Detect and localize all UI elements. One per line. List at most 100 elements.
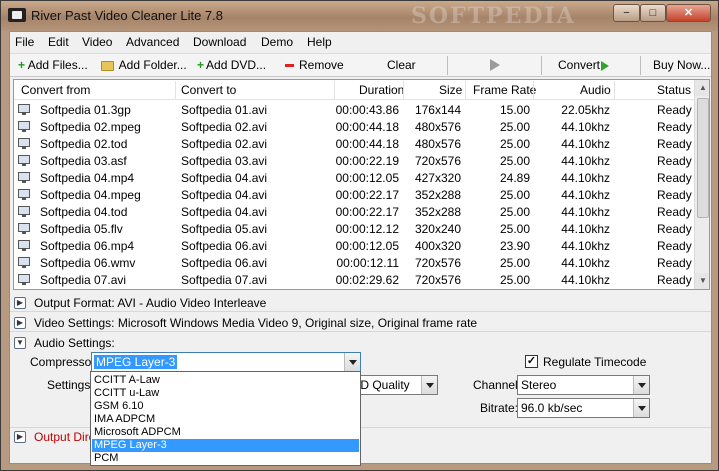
monitor-icon	[18, 240, 30, 251]
add-dvd-button[interactable]: + Add DVD...	[197, 58, 266, 72]
expand-icon[interactable]: ▶	[14, 297, 26, 309]
column-header-size[interactable]: Size	[439, 83, 462, 97]
output-format-panel[interactable]: ▶ Output Format: AVI - Audio Video Inter…	[10, 294, 711, 312]
softpedia-watermark: SOFTPEDIA	[411, 3, 576, 29]
dropdown-option[interactable]: MPEG Layer-3	[92, 439, 359, 452]
scroll-up-icon[interactable]: ▲	[695, 80, 709, 96]
column-header-convert-from[interactable]: Convert from	[21, 83, 90, 97]
table-row[interactable]: Softpedia 02.mpeg Softpedia 02.avi 00:00:4…	[14, 118, 694, 135]
column-divider[interactable]	[614, 81, 615, 99]
add-folder-button[interactable]: Add Folder...	[101, 58, 187, 72]
menu-advanced[interactable]: Advanced	[126, 35, 179, 49]
cell-convert-from: Softpedia 02.mpeg	[40, 120, 141, 134]
chevron-down-icon[interactable]	[633, 399, 649, 417]
table-row[interactable]: Softpedia 04.mp4 Softpedia 04.avi 00:00:12…	[14, 169, 694, 186]
cell-convert-from: Softpedia 05.flv	[40, 222, 123, 236]
vertical-scrollbar[interactable]: ▲ ▼	[694, 80, 709, 289]
cell-status: Ready	[657, 154, 692, 168]
cell-size: 720x576	[414, 256, 461, 270]
column-divider[interactable]	[175, 81, 176, 99]
dropdown-option[interactable]: CCITT A-Law	[92, 374, 359, 387]
video-settings-panel[interactable]: ▶ Video Settings: Microsoft Windows Medi…	[10, 314, 711, 332]
monitor-icon	[18, 223, 30, 234]
menu-edit[interactable]: Edit	[48, 35, 69, 49]
menu-demo[interactable]: Demo	[261, 35, 293, 49]
cell-size: 352x288	[414, 188, 461, 202]
column-header-frame-rate[interactable]: Frame Rate	[473, 83, 536, 97]
cell-duration: 00:02:29.62	[335, 273, 399, 287]
monitor-icon	[18, 274, 30, 285]
buy-now-button[interactable]: Buy Now...	[653, 58, 710, 72]
column-divider[interactable]	[403, 81, 404, 99]
chevron-down-icon[interactable]	[633, 376, 649, 394]
regulate-timecode-label[interactable]: Regulate Timecode	[543, 355, 646, 369]
table-row[interactable]: Softpedia 01.3gp Softpedia 01.avi 00:00:43…	[14, 101, 694, 118]
menu-help[interactable]: Help	[307, 35, 332, 49]
expand-icon[interactable]: ▶	[14, 317, 26, 329]
table-row[interactable]: Softpedia 07.avi Softpedia 07.avi 00:02:29…	[14, 271, 694, 288]
dropdown-option[interactable]: GSM 6.10	[92, 400, 359, 413]
remove-label: Remove	[299, 58, 344, 72]
maximize-button[interactable]: □	[640, 4, 666, 22]
collapse-icon[interactable]: ▼	[14, 337, 26, 349]
channel-select[interactable]: Stereo	[517, 375, 650, 395]
dropdown-option[interactable]: IMA ADPCM	[92, 413, 359, 426]
table-row[interactable]: Softpedia 02.tod Softpedia 02.avi 00:00:44…	[14, 135, 694, 152]
quality-select[interactable]: /D Quality	[353, 375, 438, 395]
dropdown-option[interactable]: CCITT u-Law	[92, 387, 359, 400]
regulate-timecode-checkbox[interactable]: ✓	[525, 355, 538, 368]
column-header-duration[interactable]: Duration	[359, 83, 404, 97]
table-row[interactable]: Softpedia 04.tod Softpedia 04.avi 00:00:22…	[14, 203, 694, 220]
quality-value: /D Quality	[357, 378, 410, 392]
menu-file[interactable]: File	[15, 35, 34, 49]
audio-settings-text: Audio Settings:	[34, 336, 115, 350]
column-header-convert-to[interactable]: Convert to	[181, 83, 236, 97]
cell-audio: 44.10khz	[561, 222, 610, 236]
bitrate-select[interactable]: 96.0 kb/sec	[517, 398, 650, 418]
cell-status: Ready	[657, 205, 692, 219]
cell-convert-to: Softpedia 05.avi	[181, 222, 268, 236]
file-list[interactable]: Convert from Convert to Duration Size Fr…	[13, 79, 710, 290]
channel-label: Channel:	[473, 378, 522, 392]
plus-icon: +	[18, 58, 26, 72]
table-row[interactable]: Softpedia 04.mpeg Softpedia 04.avi 00:00:2…	[14, 186, 694, 203]
compressor-dropdown-list[interactable]: CCITT A-Law CCITT u-Law GSM 6.10 IMA ADPCM M…	[90, 371, 361, 466]
cell-size: 176x144	[414, 103, 461, 117]
column-divider[interactable]	[465, 81, 466, 99]
cell-convert-to: Softpedia 02.avi	[181, 137, 268, 151]
menu-download[interactable]: Download	[193, 35, 246, 49]
cell-frame-rate: 23.90	[499, 239, 530, 253]
cell-size: 720x576	[414, 273, 461, 287]
app-window: River Past Video Cleaner Lite 7.8 SOFTPE…	[0, 0, 719, 471]
play-icon[interactable]	[490, 59, 500, 71]
column-header-audio[interactable]: Audio	[580, 83, 611, 97]
audio-settings-panel[interactable]: ▼ Audio Settings:	[10, 334, 711, 352]
table-row[interactable]: Softpedia 06.wmv Softpedia 06.avi 00:00:12…	[14, 254, 694, 271]
dropdown-option[interactable]: PCM	[92, 452, 359, 465]
chevron-down-icon[interactable]	[344, 353, 360, 371]
expand-icon[interactable]: ▶	[14, 431, 26, 443]
table-row[interactable]: Softpedia 05.flv Softpedia 05.avi 00:00:12…	[14, 220, 694, 237]
compressor-select[interactable]: MPEG Layer-3	[91, 352, 361, 372]
add-files-button[interactable]: + Add Files...	[18, 58, 88, 72]
cell-convert-from: Softpedia 04.tod	[40, 205, 128, 219]
table-row[interactable]: Softpedia 06.mp4 Softpedia 06.avi 00:00:12…	[14, 237, 694, 254]
title-bar[interactable]: River Past Video Cleaner Lite 7.8 SOFTPE…	[1, 1, 718, 31]
table-row[interactable]: Softpedia 03.asf Softpedia 03.avi 00:00:22…	[14, 152, 694, 169]
minimize-button[interactable]: −	[613, 4, 640, 22]
cell-duration: 00:00:44.18	[335, 137, 399, 151]
clear-button[interactable]: Clear	[387, 58, 416, 72]
convert-button[interactable]: Convert	[558, 58, 610, 72]
scroll-down-icon[interactable]: ▼	[695, 273, 709, 289]
monitor-icon	[18, 104, 30, 115]
column-header-status[interactable]: Status	[657, 83, 691, 97]
column-divider[interactable]	[334, 81, 335, 99]
dropdown-option[interactable]: Microsoft ADPCM	[92, 426, 359, 439]
column-divider[interactable]	[533, 81, 534, 99]
chevron-down-icon[interactable]	[421, 376, 437, 394]
close-button[interactable]: ✕	[666, 4, 711, 22]
cell-size: 480x576	[414, 137, 461, 151]
menu-video[interactable]: Video	[82, 35, 112, 49]
remove-button[interactable]: Remove	[285, 58, 344, 72]
scroll-thumb[interactable]	[697, 98, 709, 218]
